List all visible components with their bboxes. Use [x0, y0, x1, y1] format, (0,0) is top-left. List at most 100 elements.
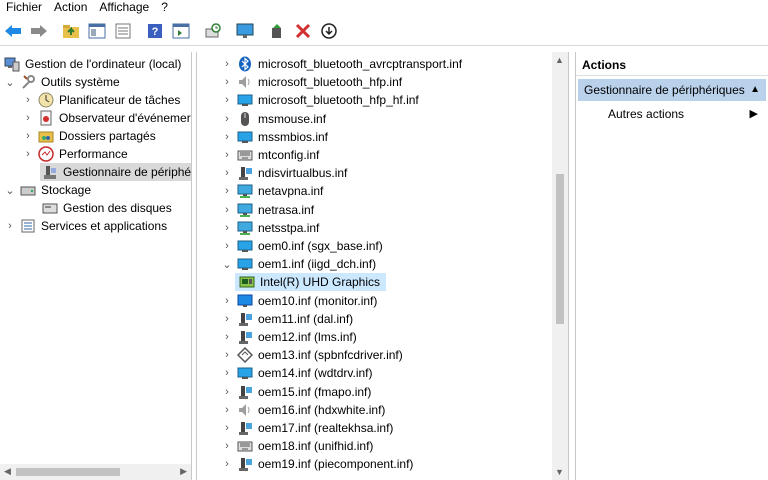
- chevron-right-icon[interactable]: ›: [4, 220, 16, 232]
- item-label: oem11.inf (dal.inf): [258, 312, 353, 326]
- tree-item-root[interactable]: Gestion de l'ordinateur (local): [4, 55, 181, 73]
- tree-item-services[interactable]: › Services et applications: [4, 217, 167, 235]
- update-driver-button[interactable]: [266, 20, 288, 42]
- chevron-right-icon[interactable]: ›: [221, 295, 233, 307]
- driver-item[interactable]: ›netavpna.inf: [221, 182, 323, 200]
- driver-item[interactable]: ›mssmbios.inf: [221, 128, 328, 146]
- chevron-right-icon[interactable]: ›: [221, 131, 233, 143]
- item-label: oem15.inf (fmapo.inf): [258, 385, 371, 399]
- item-label: ndisvirtualbus.inf: [258, 166, 347, 180]
- chevron-right-icon[interactable]: ›: [221, 185, 233, 197]
- scroll-thumb[interactable]: [556, 174, 564, 324]
- chevron-right-icon[interactable]: ›: [221, 149, 233, 161]
- chevron-right-icon[interactable]: ›: [221, 58, 233, 70]
- tree-item-observateur[interactable]: › Observateur d'événemer: [22, 109, 191, 127]
- driver-item[interactable]: ›oem18.inf (unifhid.inf): [221, 437, 373, 455]
- driver-item[interactable]: ›oem14.inf (wdtdrv.inf): [221, 364, 373, 382]
- driver-item[interactable]: ›netrasa.inf: [221, 201, 314, 219]
- driver-item[interactable]: ›oem13.inf (spbnfcdriver.inf): [221, 346, 403, 364]
- update-driver-icon: [268, 23, 286, 39]
- other-actions-item[interactable]: Autres actions ▶: [608, 106, 758, 122]
- driver-item[interactable]: › ndisvirtualbus.inf: [221, 164, 347, 182]
- monitor-button[interactable]: [234, 20, 256, 42]
- collapse-up-icon[interactable]: ▲: [750, 79, 760, 101]
- actions-section-header[interactable]: Gestionnaire de périphériques ▲: [578, 79, 766, 101]
- properties-button[interactable]: [112, 20, 134, 42]
- chevron-right-icon[interactable]: ›: [22, 148, 34, 160]
- driver-item[interactable]: ›microsoft_bluetooth_hfp_hf.inf: [221, 91, 419, 109]
- back-button[interactable]: [2, 20, 24, 42]
- driver-item[interactable]: ⌄oem1.inf (iigd_dch.inf): [221, 255, 376, 273]
- up-folder-button[interactable]: [60, 20, 82, 42]
- monitor-icon: [237, 293, 253, 309]
- chevron-right-icon[interactable]: ›: [22, 130, 34, 142]
- device-item[interactable]: Intel(R) UHD Graphics: [235, 273, 386, 291]
- help-button[interactable]: ?: [144, 20, 166, 42]
- view-pane-button[interactable]: [170, 20, 192, 42]
- tree-item-stockage[interactable]: ⌄ Stockage: [4, 181, 91, 199]
- driver-item[interactable]: ›oem17.inf (realtekhsa.inf): [221, 419, 393, 437]
- scroll-down-icon[interactable]: ▼: [555, 467, 564, 477]
- chevron-right-icon[interactable]: ›: [221, 386, 233, 398]
- chevron-down-icon[interactable]: ⌄: [4, 76, 16, 88]
- chevron-right-icon[interactable]: ›: [221, 367, 233, 379]
- driver-item[interactable]: ›oem16.inf (hdxwhite.inf): [221, 401, 385, 419]
- menu-help[interactable]: ?: [155, 0, 174, 16]
- driver-item[interactable]: ›netsstpa.inf: [221, 219, 319, 237]
- tree-item-disques[interactable]: Gestion des disques: [40, 199, 172, 217]
- driver-item[interactable]: ›oem10.inf (monitor.inf): [221, 292, 377, 310]
- chevron-right-icon[interactable]: ›: [221, 458, 233, 470]
- driver-item[interactable]: › mtconfig.inf: [221, 146, 319, 164]
- driver-item[interactable]: ›oem0.inf (sgx_base.inf): [221, 237, 383, 255]
- chevron-right-icon[interactable]: ›: [22, 112, 34, 124]
- scroll-right-icon[interactable]: ▶: [180, 466, 187, 477]
- chevron-right-icon[interactable]: ›: [221, 113, 233, 125]
- chevron-right-icon[interactable]: ›: [221, 313, 233, 325]
- driver-item[interactable]: ›msmouse.inf: [221, 110, 326, 128]
- tree-item-performance[interactable]: › Performance: [22, 145, 128, 163]
- driver-item[interactable]: ›oem19.inf (piecomponent.inf): [221, 455, 413, 473]
- chevron-right-icon[interactable]: ›: [221, 349, 233, 361]
- menu-fichier[interactable]: Fichier: [0, 0, 48, 16]
- chevron-right-icon[interactable]: ›: [221, 422, 233, 434]
- tree-item-planificateur[interactable]: › Planificateur de tâches: [22, 91, 180, 109]
- horizontal-scrollbar[interactable]: ◀ ▶: [0, 464, 191, 480]
- chevron-right-icon[interactable]: ›: [221, 440, 233, 452]
- tree-item-dossiers[interactable]: › Dossiers partagés: [22, 127, 156, 145]
- driver-item[interactable]: ›oem12.inf (lms.inf): [221, 328, 357, 346]
- driver-item[interactable]: ›microsoft_bluetooth_avrcptransport.inf: [221, 55, 462, 73]
- uninstall-button[interactable]: [292, 20, 314, 42]
- display-icon: [237, 365, 253, 381]
- forward-button[interactable]: [28, 20, 50, 42]
- scan-hardware-button[interactable]: [202, 20, 224, 42]
- chevron-right-icon[interactable]: ›: [221, 204, 233, 216]
- chevron-right-icon[interactable]: ›: [221, 404, 233, 416]
- chevron-down-icon[interactable]: ⌄: [221, 258, 233, 270]
- menu-affichage[interactable]: Affichage: [93, 0, 155, 16]
- show-hide-tree-button[interactable]: [86, 20, 108, 42]
- chevron-down-icon[interactable]: ⌄: [4, 184, 16, 196]
- driver-item[interactable]: ›microsoft_bluetooth_hfp.inf: [221, 73, 402, 91]
- driver-item[interactable]: › oem15.inf (fmapo.inf): [221, 383, 371, 401]
- scroll-left-icon[interactable]: ◀: [4, 466, 11, 477]
- chevron-right-icon[interactable]: ›: [221, 167, 233, 179]
- tree-item-gestionnaire[interactable]: Gestionnaire de périphé: [40, 163, 192, 181]
- vertical-scrollbar[interactable]: ▲ ▼: [552, 52, 568, 480]
- driver-item[interactable]: › oem11.inf (dal.inf): [221, 310, 353, 328]
- scroll-up-icon[interactable]: ▲: [555, 55, 564, 65]
- display-icon: [237, 92, 253, 108]
- scroll-thumb[interactable]: [16, 468, 120, 476]
- chevron-right-icon[interactable]: ›: [221, 76, 233, 88]
- chevron-right-icon[interactable]: ›: [221, 222, 233, 234]
- chevron-right-icon[interactable]: ›: [221, 240, 233, 252]
- chevron-right-icon[interactable]: ›: [221, 94, 233, 106]
- item-label: mtconfig.inf: [258, 148, 319, 162]
- network-icon: [237, 202, 253, 218]
- chevron-right-icon[interactable]: ›: [221, 331, 233, 343]
- chevron-right-icon[interactable]: ›: [22, 94, 34, 106]
- disable-button[interactable]: [318, 20, 340, 42]
- bluetooth-icon: [237, 56, 253, 72]
- menu-action[interactable]: Action: [48, 0, 93, 16]
- tools-icon: [20, 74, 36, 90]
- tree-item-outils[interactable]: ⌄ Outils système: [4, 73, 120, 91]
